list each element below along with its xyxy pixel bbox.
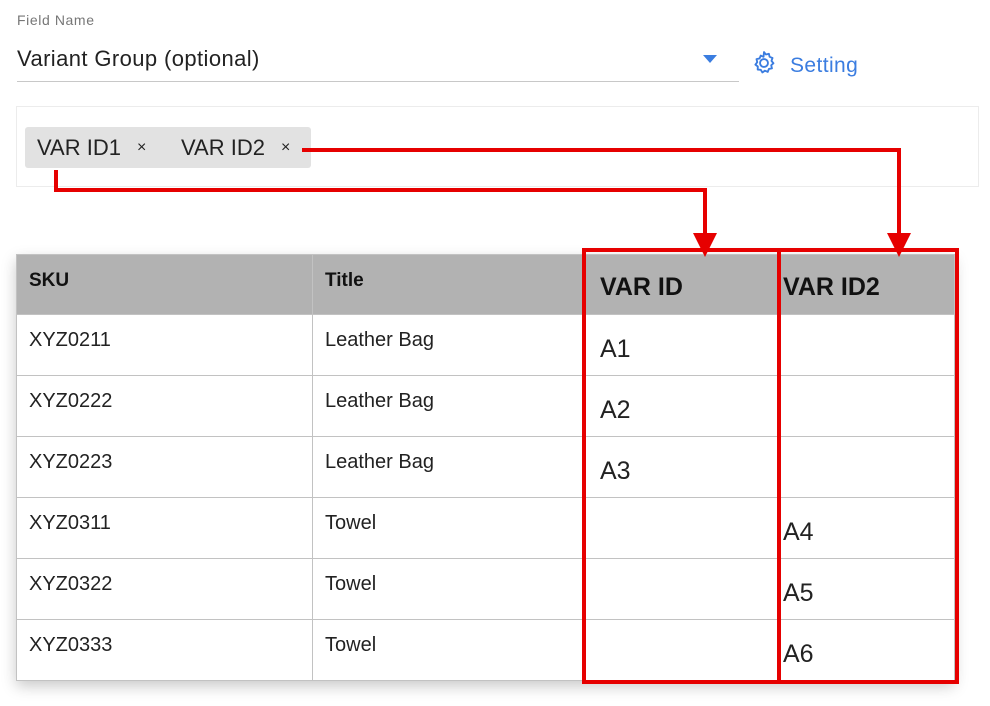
table-row: XYZ0311 Towel A4 — [16, 497, 955, 559]
cell-title: Leather Bag — [312, 436, 586, 498]
close-icon[interactable]: × — [137, 139, 146, 157]
cell-title: Towel — [312, 497, 586, 559]
setting-button[interactable]: Setting — [750, 45, 858, 81]
table-header-row: SKU Title VAR ID VAR ID2 — [16, 254, 955, 315]
cell-var-id: A3 — [585, 436, 779, 498]
caret-down-icon[interactable] — [703, 55, 717, 63]
cell-var-id — [585, 497, 779, 559]
cell-var-id — [585, 558, 779, 620]
cell-sku: XYZ0333 — [16, 619, 313, 681]
cell-var-id2 — [778, 314, 955, 376]
table-row: XYZ0222 Leather Bag A2 — [16, 375, 955, 437]
cell-title: Towel — [312, 558, 586, 620]
cell-var-id2 — [778, 375, 955, 437]
setting-label: Setting — [790, 54, 859, 77]
cell-var-id2: A6 — [778, 619, 955, 681]
header-var-id2: VAR ID2 — [778, 254, 955, 315]
header-title: Title — [312, 254, 586, 315]
cell-var-id2 — [778, 436, 955, 498]
table-row: XYZ0211 Leather Bag A1 — [16, 314, 955, 376]
variant-group-value: Variant Group (optional) — [17, 46, 260, 71]
variant-group-select[interactable]: Variant Group (optional) — [17, 40, 739, 82]
cell-title: Towel — [312, 619, 586, 681]
header-var-id: VAR ID — [585, 254, 779, 315]
table-row: XYZ0333 Towel A6 — [16, 619, 955, 681]
cell-var-id2: A4 — [778, 497, 955, 559]
cell-sku: XYZ0223 — [16, 436, 313, 498]
gear-icon — [754, 51, 775, 74]
cell-var-id2: A5 — [778, 558, 955, 620]
cell-title: Leather Bag — [312, 314, 586, 376]
tag-var-id1: VAR ID1 × — [25, 127, 178, 168]
tag-label: VAR ID1 — [37, 134, 121, 160]
cell-sku: XYZ0311 — [16, 497, 313, 559]
cell-title: Leather Bag — [312, 375, 586, 437]
sku-table: SKU Title VAR ID VAR ID2 XYZ0211 Leather… — [16, 254, 955, 681]
close-icon[interactable]: × — [281, 139, 290, 157]
tag-label: VAR ID2 — [181, 134, 265, 160]
cell-sku: XYZ0322 — [16, 558, 313, 620]
cell-var-id — [585, 619, 779, 681]
cell-var-id: A2 — [585, 375, 779, 437]
header-sku: SKU — [16, 254, 313, 315]
product-table: SKU Title VAR ID VAR ID2 XYZ0211 Leather… — [16, 254, 955, 681]
cell-sku: XYZ0211 — [16, 314, 313, 376]
field-name-label: Field Name — [17, 12, 95, 28]
table-row: XYZ0322 Towel A5 — [16, 558, 955, 620]
table-row: XYZ0223 Leather Bag A3 — [16, 436, 955, 498]
cell-sku: XYZ0222 — [16, 375, 313, 437]
variant-tag-input[interactable]: VAR ID1 × VAR ID2 × — [16, 106, 979, 187]
tag-var-id2: VAR ID2 × — [169, 127, 311, 168]
cell-var-id: A1 — [585, 314, 779, 376]
